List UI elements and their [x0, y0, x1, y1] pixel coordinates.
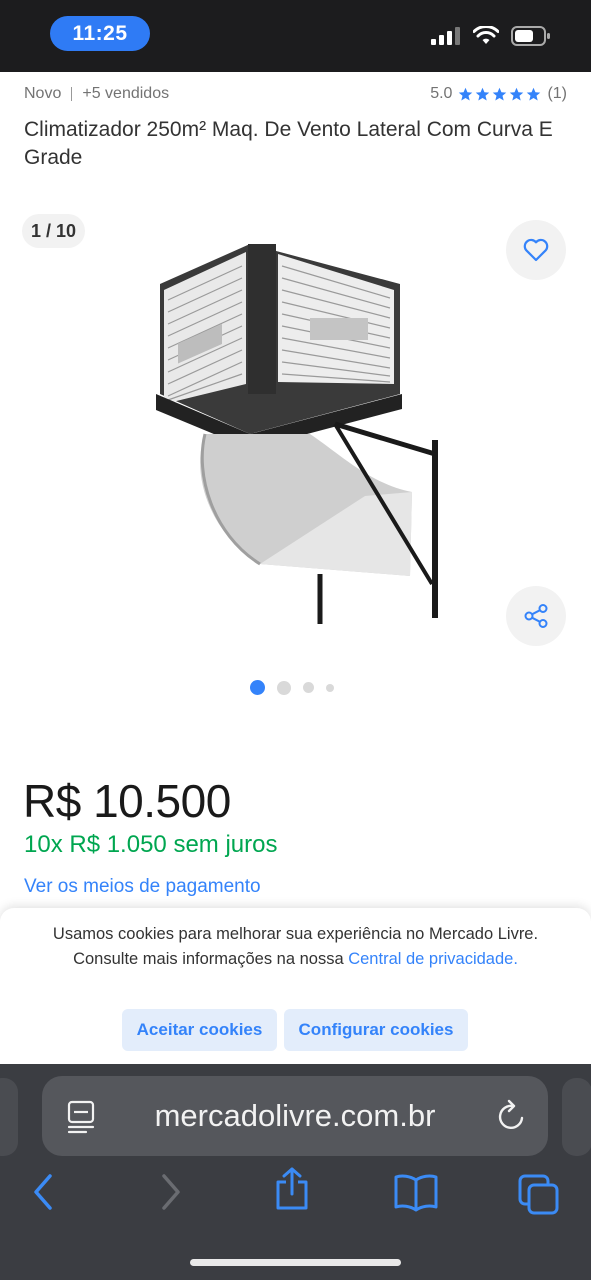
share-icon — [524, 604, 548, 628]
accept-cookies-button[interactable]: Aceitar cookies — [122, 1009, 277, 1051]
product-title: Climatizador 250m² Maq. De Vento Lateral… — [24, 118, 553, 169]
gallery-pagination[interactable] — [250, 680, 334, 695]
signal-icon — [431, 27, 460, 45]
share-sheet-icon[interactable] — [272, 1166, 312, 1212]
tabs-icon[interactable] — [516, 1172, 562, 1216]
heart-icon — [523, 238, 549, 262]
rating[interactable]: 5.0 (1) — [430, 85, 567, 103]
address-bar[interactable]: mercadolivre.com.br — [42, 1076, 548, 1156]
cookie-banner: Usamos cookies para melhorar sua experiê… — [0, 908, 591, 1066]
bookmarks-icon[interactable] — [392, 1172, 440, 1212]
pagination-dot[interactable] — [250, 680, 265, 695]
rating-value: 5.0 — [430, 85, 453, 102]
star-icon — [510, 87, 524, 100]
star-icon — [476, 87, 490, 100]
condition-label: Novo — [24, 85, 62, 102]
star-icon — [459, 87, 473, 100]
status-icons — [431, 26, 551, 46]
status-time: 11:25 — [50, 16, 150, 51]
back-icon[interactable] — [30, 1172, 56, 1212]
share-button[interactable] — [506, 586, 566, 646]
rating-stars — [458, 87, 541, 102]
price: R$ 10.500 — [23, 775, 231, 827]
pagination-dot[interactable] — [303, 682, 314, 693]
reader-icon[interactable] — [66, 1100, 96, 1134]
wifi-icon — [473, 26, 499, 44]
gallery-counter: 1 / 10 — [22, 214, 86, 248]
configure-cookies-button[interactable]: Configurar cookies — [284, 1009, 468, 1051]
star-icon — [493, 87, 507, 100]
forward-icon[interactable] — [158, 1172, 184, 1212]
sold-count: +5 vendidos — [82, 85, 170, 102]
url-text[interactable]: mercadolivre.com.br — [142, 1076, 448, 1156]
product-image[interactable] — [150, 234, 450, 634]
cookie-text: Usamos cookies para melhorar sua experiê… — [50, 922, 541, 971]
browser-toolbar — [0, 1164, 591, 1224]
privacy-center-link[interactable]: Central de privacidade. — [348, 950, 518, 968]
product-meta: Novo +5 vendidos 5.0 (1) — [24, 82, 567, 106]
previous-tab-preview[interactable] — [0, 1078, 18, 1156]
payment-methods-link[interactable]: Ver os meios de pagamento — [24, 876, 261, 898]
star-icon — [527, 87, 541, 100]
favorite-button[interactable] — [506, 220, 566, 280]
status-bar: 11:25 — [0, 0, 591, 72]
divider — [71, 87, 73, 101]
battery-icon — [511, 26, 550, 46]
browser-bottom-bar: mercadolivre.com.br — [0, 1064, 591, 1280]
next-tab-preview[interactable] — [562, 1078, 591, 1156]
home-indicator — [190, 1259, 401, 1266]
installments: 10x R$ 1.050 sem juros — [24, 831, 278, 858]
reload-icon[interactable] — [496, 1098, 528, 1132]
pagination-dot[interactable] — [326, 683, 334, 692]
pagination-dot[interactable] — [277, 680, 291, 695]
rating-count: (1) — [547, 85, 567, 102]
